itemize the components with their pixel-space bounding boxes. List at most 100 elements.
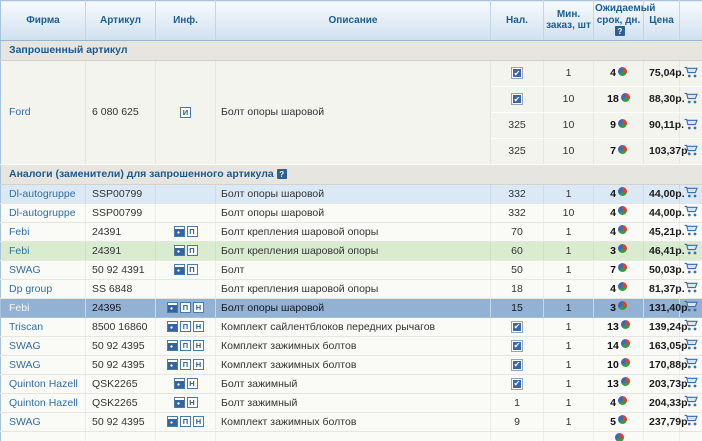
add-to-cart-button[interactable] — [684, 395, 699, 407]
brand-link[interactable]: Dl-autogruppe — [9, 207, 76, 219]
delivery-stats-pie-icon[interactable] — [618, 301, 627, 310]
add-to-cart-button[interactable] — [684, 414, 699, 426]
add-to-cart-button[interactable] — [684, 376, 699, 388]
delivery-stats-pie-icon[interactable] — [618, 67, 627, 76]
photo-icon[interactable] — [167, 340, 178, 351]
offer-row[interactable]: Febi24395ПНБолт опоры шаровой1513131,40р… — [1, 298, 702, 317]
applicability-p-icon[interactable]: П — [180, 359, 191, 370]
add-to-cart-button[interactable] — [684, 92, 699, 104]
delivery-stats-pie-icon[interactable] — [615, 433, 624, 441]
brand-link[interactable]: Ford — [9, 106, 31, 118]
delivery-days-cell: 7 — [594, 138, 644, 164]
offer-row[interactable]: Dl-autogruppeSSP00799Болт опоры шаровой3… — [1, 184, 702, 203]
brand-cell: Febi — [1, 298, 86, 317]
photo-icon[interactable] — [167, 359, 178, 370]
partial-offer-row[interactable] — [1, 431, 702, 441]
price-cell: 50,03р. — [644, 260, 680, 279]
add-to-cart-button[interactable] — [684, 224, 699, 236]
add-to-cart-button[interactable] — [684, 300, 699, 312]
offer-row[interactable]: Febi24391ПБолт крепления шаровой опоры60… — [1, 241, 702, 260]
add-to-cart-button[interactable] — [684, 243, 699, 255]
replacements-n-icon[interactable]: Н — [187, 378, 198, 389]
delivery-stats-pie-icon[interactable] — [618, 145, 627, 154]
delivery-stats-pie-icon[interactable] — [618, 282, 627, 291]
offer-row[interactable]: Dl-autogruppeSSP00799Болт опоры шаровой3… — [1, 203, 702, 222]
delivery-stats-pie-icon[interactable] — [618, 263, 627, 272]
brand-link[interactable]: SWAG — [9, 416, 41, 428]
brand-link[interactable]: SWAG — [9, 359, 41, 371]
add-to-cart-button[interactable] — [684, 319, 699, 331]
info-icon[interactable]: И — [180, 107, 191, 118]
offer-row[interactable]: SWAG50 92 4395ПНКомплект зажимных болтов… — [1, 336, 702, 355]
brand-link[interactable]: Quinton Hazell — [9, 397, 78, 409]
add-to-cart-button[interactable] — [684, 66, 699, 78]
brand-link[interactable]: Dl-autogruppe — [9, 188, 76, 200]
add-to-cart-button[interactable] — [684, 338, 699, 350]
photo-icon[interactable] — [174, 245, 185, 256]
brand-link[interactable]: Febi — [9, 245, 29, 257]
replacements-n-icon[interactable]: Н — [187, 397, 198, 408]
offer-row[interactable]: SWAG50 92 4395ПНКомплект зажимных болтов… — [1, 412, 702, 431]
add-to-cart-button[interactable] — [684, 262, 699, 274]
brand-link[interactable]: Dp group — [9, 283, 52, 295]
offer-row[interactable]: Quinton HazellQSK2265НБолт зажимный✔1132… — [1, 374, 702, 393]
delivery-stats-pie-icon[interactable] — [621, 320, 630, 329]
brand-link[interactable]: SWAG — [9, 340, 41, 352]
add-to-cart-button[interactable] — [684, 118, 699, 130]
brand-link[interactable]: Quinton Hazell — [9, 378, 78, 390]
applicability-p-icon[interactable]: П — [187, 226, 198, 237]
brand-cell: SWAG — [1, 336, 86, 355]
in-stock-checkbox-icon: ✔ — [511, 378, 523, 390]
photo-icon[interactable] — [167, 416, 178, 427]
photo-icon[interactable] — [174, 264, 185, 275]
photo-icon[interactable] — [174, 397, 185, 408]
photo-icon[interactable] — [174, 378, 185, 389]
delivery-stats-pie-icon[interactable] — [621, 358, 630, 367]
delivery-stats-pie-icon[interactable] — [618, 415, 627, 424]
brand-link[interactable]: Febi — [9, 302, 29, 314]
delivery-days-value-wrap: 7 — [610, 145, 627, 157]
article-cell: SSP00799 — [86, 203, 156, 222]
delivery-stats-pie-icon[interactable] — [618, 244, 627, 253]
delivery-stats-pie-icon[interactable] — [618, 119, 627, 128]
photo-icon[interactable] — [167, 302, 178, 313]
delivery-stats-pie-icon[interactable] — [618, 396, 627, 405]
replacements-n-icon[interactable]: Н — [193, 416, 204, 427]
add-to-cart-button[interactable] — [684, 205, 699, 217]
brand-link[interactable]: Febi — [9, 226, 29, 238]
offer-row[interactable]: Febi24391ПБолт крепления шаровой опоры70… — [1, 222, 702, 241]
delivery-stats-pie-icon[interactable] — [618, 225, 627, 234]
help-icon[interactable]: ? — [615, 26, 625, 36]
delivery-stats-pie-icon[interactable] — [618, 187, 627, 196]
brand-link[interactable]: Triscan — [9, 321, 43, 333]
offer-row[interactable]: Ford6 080 625ИБолт опоры шаровой✔1475,04… — [1, 60, 702, 86]
replacements-n-icon[interactable]: Н — [193, 321, 204, 332]
applicability-p-icon[interactable]: П — [187, 264, 198, 275]
offer-row[interactable]: Triscan8500 16860ПНКомплект сайлентблоко… — [1, 317, 702, 336]
offer-row[interactable]: Quinton HazellQSK2265НБолт зажимный11420… — [1, 393, 702, 412]
offer-row[interactable]: SWAG50 92 4395ПНКомплект зажимных болтов… — [1, 355, 702, 374]
add-to-cart-button[interactable] — [684, 186, 699, 198]
article-cell — [86, 431, 156, 441]
photo-icon[interactable] — [167, 321, 178, 332]
add-to-cart-button[interactable] — [684, 144, 699, 156]
photo-icon[interactable] — [174, 226, 185, 237]
delivery-stats-pie-icon[interactable] — [621, 339, 630, 348]
replacements-n-icon[interactable]: Н — [193, 359, 204, 370]
applicability-p-icon[interactable]: П — [180, 416, 191, 427]
delivery-stats-pie-icon[interactable] — [618, 206, 627, 215]
applicability-p-icon[interactable]: П — [187, 245, 198, 256]
offer-row[interactable]: SWAG50 92 4391ПБолт501750,03р. — [1, 260, 702, 279]
help-icon[interactable]: ? — [277, 169, 287, 179]
applicability-p-icon[interactable]: П — [180, 340, 191, 351]
brand-link[interactable]: SWAG — [9, 264, 41, 276]
replacements-n-icon[interactable]: Н — [193, 340, 204, 351]
applicability-p-icon[interactable]: П — [180, 302, 191, 313]
add-to-cart-button[interactable] — [684, 357, 699, 369]
replacements-n-icon[interactable]: Н — [193, 302, 204, 313]
applicability-p-icon[interactable]: П — [180, 321, 191, 332]
delivery-stats-pie-icon[interactable] — [621, 377, 630, 386]
offer-row[interactable]: Dp groupSS 6848Болт крепления шаровой оп… — [1, 279, 702, 298]
add-to-cart-button[interactable] — [684, 281, 699, 293]
delivery-stats-pie-icon[interactable] — [621, 93, 630, 102]
